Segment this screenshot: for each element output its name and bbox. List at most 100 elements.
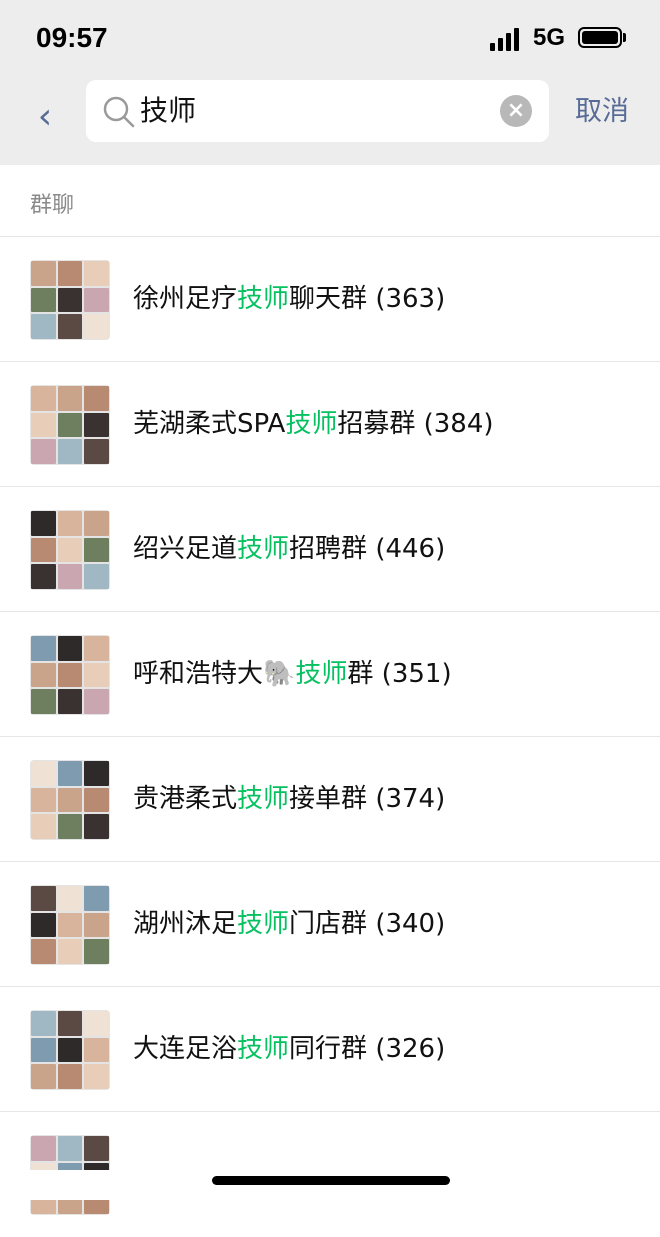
avatar-tile xyxy=(84,314,109,339)
avatar-tile xyxy=(57,761,83,786)
group-avatar xyxy=(30,385,110,465)
avatar-tile xyxy=(31,261,56,286)
home-indicator[interactable] xyxy=(212,1176,450,1185)
avatar-tile xyxy=(57,439,83,464)
avatar-tile xyxy=(57,1037,83,1063)
group-row[interactable]: 绍兴足道技师招聘群 (446) xyxy=(0,487,660,612)
section-title: 群聊 xyxy=(30,193,75,218)
group-avatar xyxy=(30,635,110,715)
group-avatar xyxy=(30,1010,110,1090)
avatar-tile xyxy=(31,287,56,313)
battery-tip xyxy=(623,33,626,42)
clear-icon[interactable]: × xyxy=(500,95,532,127)
avatar-tile xyxy=(57,787,83,813)
avatar-tile xyxy=(84,564,109,589)
avatar-tile xyxy=(84,261,109,286)
avatar-tile xyxy=(31,662,56,688)
avatar-tile xyxy=(84,439,109,464)
avatar-tile xyxy=(84,537,109,563)
cancel-button[interactable]: 取消 xyxy=(575,94,629,130)
battery-icon xyxy=(578,27,622,48)
group-avatar xyxy=(30,260,110,340)
avatar-tile xyxy=(84,412,109,438)
avatar-tile xyxy=(57,662,83,688)
group-row[interactable]: 贵港柔式技师接单群 (374) xyxy=(0,737,660,862)
avatar-tile xyxy=(31,511,56,536)
avatar-tile xyxy=(84,636,109,661)
group-title: 湖州沐足技师门店群 (340) xyxy=(133,909,446,939)
avatar-tile xyxy=(57,1064,83,1089)
avatar-tile xyxy=(31,814,56,839)
avatar-tile xyxy=(31,1064,56,1089)
avatar-tile xyxy=(31,761,56,786)
avatar-tile xyxy=(57,511,83,536)
avatar-tile xyxy=(31,689,56,714)
group-row[interactable]: 芜湖柔式SPA技师招募群 (384) xyxy=(0,362,660,487)
avatar-tile xyxy=(31,537,56,563)
avatar-tile xyxy=(84,662,109,688)
avatar-tile xyxy=(57,386,83,411)
avatar-tile xyxy=(31,412,56,438)
avatar-tile xyxy=(57,1011,83,1036)
status-time: 09:57 xyxy=(36,22,108,53)
group-title: 贵港柔式技师接单群 (374) xyxy=(133,784,446,814)
avatar-tile xyxy=(57,287,83,313)
avatar-tile xyxy=(84,814,109,839)
avatar-tile xyxy=(84,1136,109,1161)
avatar-tile xyxy=(84,787,109,813)
avatar-tile xyxy=(84,761,109,786)
avatar-tile xyxy=(84,912,109,938)
search-icon xyxy=(103,96,135,128)
avatar-tile xyxy=(57,564,83,589)
avatar-tile xyxy=(31,439,56,464)
group-list: 徐州足疗技师聊天群 (363) 芜湖柔式SPA技师招募群 (384) 绍兴足道技… xyxy=(0,237,660,1237)
bottom-mask xyxy=(0,1170,660,1200)
avatar-tile xyxy=(84,1037,109,1063)
group-avatar xyxy=(30,510,110,590)
avatar-tile xyxy=(84,689,109,714)
avatar-tile xyxy=(31,314,56,339)
group-row[interactable]: 湖州沐足技师门店群 (340) xyxy=(0,862,660,987)
avatar-tile xyxy=(84,1064,109,1089)
group-row[interactable]: 呼和浩特大🐘技师群 (351) xyxy=(0,612,660,737)
avatar-tile xyxy=(57,939,83,964)
avatar-tile xyxy=(57,689,83,714)
avatar-tile xyxy=(57,636,83,661)
group-title: 绍兴足道技师招聘群 (446) xyxy=(133,534,446,564)
avatar-tile xyxy=(31,912,56,938)
search-input[interactable]: 技师 xyxy=(140,92,196,130)
avatar-tile xyxy=(84,886,109,911)
network-type: 5G xyxy=(533,24,566,51)
avatar-tile xyxy=(31,1037,56,1063)
avatar-tile xyxy=(57,1136,83,1161)
avatar-tile xyxy=(31,1011,56,1036)
back-chevron-icon[interactable]: ‹ xyxy=(30,95,60,139)
group-title: 芜湖柔式SPA技师招募群 (384) xyxy=(133,409,494,439)
avatar-tile xyxy=(31,886,56,911)
group-title: 呼和浩特大🐘技师群 (351) xyxy=(133,659,452,689)
avatar-tile xyxy=(84,287,109,313)
avatar-tile xyxy=(57,814,83,839)
avatar-tile xyxy=(84,386,109,411)
avatar-tile xyxy=(57,314,83,339)
avatar-tile xyxy=(84,511,109,536)
group-title: 徐州足疗技师聊天群 (363) xyxy=(133,284,446,314)
avatar-tile xyxy=(31,787,56,813)
group-title: 大连足浴技师同行群 (326) xyxy=(133,1034,446,1064)
group-row[interactable]: 徐州足疗技师聊天群 (363) xyxy=(0,237,660,362)
group-avatar xyxy=(30,760,110,840)
avatar-tile xyxy=(57,261,83,286)
group-row[interactable]: 大连足浴技师同行群 (326) xyxy=(0,987,660,1112)
avatar-tile xyxy=(31,939,56,964)
avatar-tile xyxy=(84,939,109,964)
avatar-tile xyxy=(31,1136,56,1161)
avatar-tile xyxy=(31,564,56,589)
avatar-tile xyxy=(57,912,83,938)
avatar-tile xyxy=(31,636,56,661)
signal-icon xyxy=(490,27,524,51)
avatar-tile xyxy=(84,1011,109,1036)
search-box[interactable]: 技师 × xyxy=(86,80,549,142)
group-avatar xyxy=(30,885,110,965)
avatar-tile xyxy=(57,886,83,911)
avatar-tile xyxy=(31,386,56,411)
